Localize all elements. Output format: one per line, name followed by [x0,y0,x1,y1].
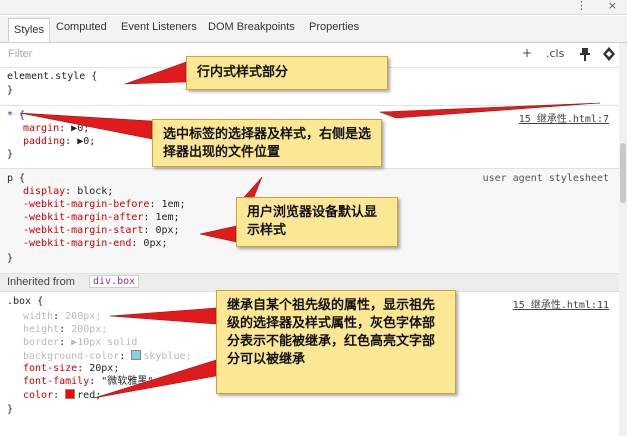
arrow-ua-left [199,225,237,243]
callout-inline-style: 行内式样式部分 [186,56,388,90]
arrow-inherited-color [93,359,217,399]
arrow-selector-left [19,112,153,140]
arrow-selector-right [379,102,601,119]
arrow-inline [124,61,187,85]
callout-selector: 选中标签的选择器及样式，右侧是选择器出现的文件位置 [152,119,382,167]
arrow-inherited-width [109,307,217,325]
callout-inherited: 继承自某个祖先级的属性，显示祖先级的选择器及样式属性，灰色字体部分表示不能被继承… [216,290,456,394]
callout-user-agent: 用户浏览器设备默认显示样式 [236,197,398,247]
